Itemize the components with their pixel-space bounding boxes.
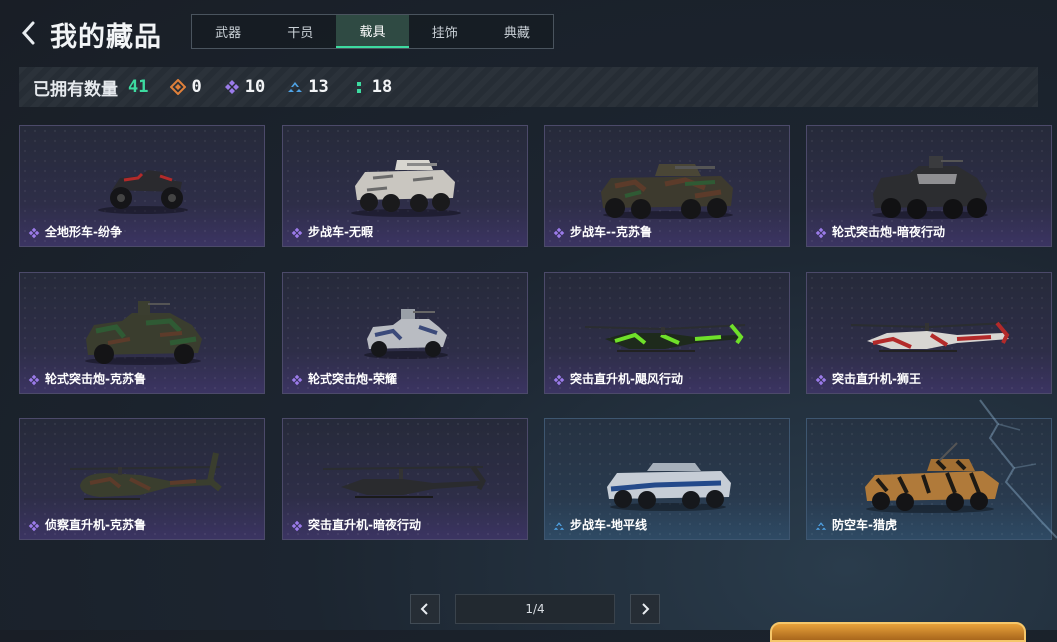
tab-collection[interactable]: 典藏 (481, 15, 553, 48)
purple-diamond-icon (291, 373, 303, 385)
vehicle-name: 突击直升机-暗夜行动 (308, 518, 421, 532)
ifv-image (545, 423, 789, 513)
tab-operators[interactable]: 干员 (264, 15, 336, 48)
vehicle-name: 轮式突击炮-荣耀 (308, 372, 397, 386)
attack-helicopter-image (807, 277, 1051, 367)
rarity-orange: 0 (170, 77, 202, 97)
back-button[interactable] (18, 18, 40, 48)
purple-diamond-icon (553, 373, 565, 385)
ifv-image (283, 130, 527, 220)
tab-vehicles[interactable]: 载具 (336, 15, 409, 48)
vehicle-card[interactable]: 侦察直升机-克苏鲁 (19, 418, 265, 540)
vehicle-name: 全地形车-纷争 (45, 225, 122, 239)
attack-helicopter-image (283, 423, 527, 513)
next-page-button[interactable] (630, 594, 660, 624)
vehicle-name: 轮式突击炮-暗夜行动 (832, 225, 945, 239)
chevron-left-icon (21, 21, 35, 45)
vehicle-name: 步战车-无暇 (308, 225, 373, 239)
vehicle-name: 步战车--克苏鲁 (570, 225, 652, 239)
rarity-orange-count: 0 (191, 77, 202, 97)
tab-charms[interactable]: 挂饰 (409, 15, 481, 48)
attack-helicopter-image (545, 277, 789, 367)
vehicle-name: 突击直升机-飓风行动 (570, 372, 683, 386)
vehicle-card[interactable]: 突击直升机-狮王 (806, 272, 1052, 394)
rarity-purple-count: 10 (244, 77, 266, 97)
chevron-right-icon (642, 603, 650, 615)
ifv-image (545, 130, 789, 220)
vehicle-card[interactable]: 突击直升机-暗夜行动 (282, 418, 528, 540)
assault-gun-image (20, 277, 264, 367)
atv-image (20, 130, 264, 220)
purple-diamond-icon (291, 519, 303, 531)
purple-diamond-icon (553, 226, 565, 238)
purple-diamond-icon (224, 79, 240, 95)
collection-grid: 全地形车-纷争 步战车-无暇 步战车--克苏鲁 轮式突击炮-暗夜行动 轮式突击炮… (19, 125, 1052, 547)
rarity-green: 18 (351, 77, 392, 97)
ownership-summary: 已拥有数量 41 0 10 13 18 (19, 67, 1038, 107)
page-title: 我的藏品 (50, 22, 162, 53)
prev-page-button[interactable] (410, 594, 440, 624)
anti-air-vehicle-image (807, 423, 1051, 513)
vehicle-name: 防空车-猎虎 (832, 518, 897, 532)
category-tabs: 武器 干员 载具 挂饰 典藏 (191, 14, 554, 49)
purple-diamond-icon (28, 226, 40, 238)
rarity-blue-count: 13 (308, 77, 329, 97)
owned-count-label: 已拥有数量 (33, 79, 118, 100)
vehicle-name: 侦察直升机-克苏鲁 (45, 518, 146, 532)
rarity-blue: 13 (287, 77, 329, 97)
purple-diamond-icon (28, 373, 40, 385)
rarity-green-count: 18 (371, 77, 393, 97)
vehicle-card[interactable]: 步战车-地平线 (544, 418, 790, 540)
vehicle-card[interactable]: 轮式突击炮-克苏鲁 (19, 272, 265, 394)
vehicle-card[interactable]: 轮式突击炮-荣耀 (282, 272, 528, 394)
blue-chevron-icon (287, 79, 303, 95)
vehicle-card[interactable]: 步战车-无暇 (282, 125, 528, 247)
purple-diamond-icon (291, 226, 303, 238)
owned-total: 41 (128, 77, 149, 97)
chevron-left-icon (420, 603, 428, 615)
green-dots-icon (351, 79, 367, 95)
rarity-purple: 10 (224, 77, 265, 97)
vehicle-card[interactable]: 全地形车-纷争 (19, 125, 265, 247)
vehicle-name: 突击直升机-狮王 (832, 372, 921, 386)
purple-diamond-icon (28, 519, 40, 531)
assault-gun-image (283, 277, 527, 367)
vehicle-card[interactable]: 突击直升机-飓风行动 (544, 272, 790, 394)
bottom-right-button[interactable] (770, 622, 1026, 642)
purple-diamond-icon (815, 373, 827, 385)
vehicle-name: 步战车-地平线 (570, 518, 647, 532)
tab-weapons[interactable]: 武器 (192, 15, 264, 48)
blue-chevron-icon (815, 519, 827, 531)
vehicle-name: 轮式突击炮-克苏鲁 (45, 372, 146, 386)
pagination: 1/4 (410, 594, 660, 624)
vehicle-card[interactable]: 轮式突击炮-暗夜行动 (806, 125, 1052, 247)
vehicle-card[interactable]: 防空车-猎虎 (806, 418, 1052, 540)
blue-chevron-icon (553, 519, 565, 531)
scout-helicopter-image (20, 423, 264, 513)
orange-diamond-icon (170, 78, 187, 96)
vehicle-card[interactable]: 步战车--克苏鲁 (544, 125, 790, 247)
purple-diamond-icon (815, 226, 827, 238)
page-indicator: 1/4 (455, 594, 615, 624)
assault-gun-image (807, 130, 1051, 220)
